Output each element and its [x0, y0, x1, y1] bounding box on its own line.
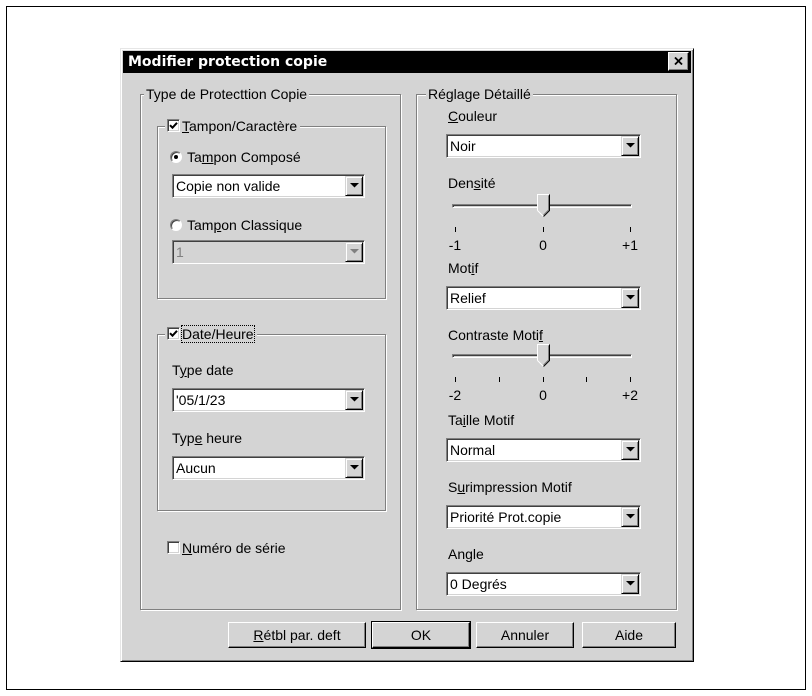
classic-stamp-dropdown-button[interactable]	[345, 242, 363, 262]
reset-defaults-label: Rétbl par. deft	[253, 627, 341, 643]
pattern-size-label: Taille Motif	[448, 412, 515, 428]
color-dropdown-button[interactable]	[621, 136, 639, 156]
time-type-select-value: Aucun	[176, 460, 216, 476]
ok-button[interactable]: OK	[372, 622, 470, 648]
stamp-text-toggle[interactable]: Tampon/Caractère	[165, 118, 301, 134]
chevron-down-icon	[350, 249, 359, 254]
angle-label: Angle	[448, 546, 484, 562]
chevron-down-icon	[350, 183, 359, 188]
cancel-label: Annuler	[500, 627, 550, 643]
reset-defaults-button[interactable]: Rétbl par. deft	[228, 622, 366, 648]
serial-number-toggle[interactable]: Numéro de série	[165, 540, 289, 556]
pattern-overprint-select-value: Priorité Prot.copie	[450, 509, 562, 525]
date-type-dropdown-button[interactable]	[345, 390, 363, 410]
slider-tick	[543, 377, 544, 382]
slider-tick	[630, 227, 631, 232]
check-icon	[169, 122, 178, 130]
slider-tick	[455, 227, 456, 232]
close-icon	[674, 57, 683, 65]
composite-stamp-radio[interactable]	[170, 151, 182, 163]
slider-tick-label: -2	[448, 387, 462, 403]
chevron-down-icon	[626, 295, 635, 300]
chevron-down-icon	[626, 581, 635, 586]
color-select[interactable]: Noir	[446, 134, 641, 158]
time-type-dropdown-button[interactable]	[345, 458, 363, 478]
pattern-contrast-slider-thumb[interactable]	[537, 344, 550, 367]
slider-tick-label: -1	[448, 237, 462, 253]
modify-copy-protection-dialog: Modifier protection copie Type de Protec…	[120, 48, 694, 662]
slider-tick	[455, 377, 456, 382]
pattern-size-select[interactable]: Normal	[446, 438, 641, 462]
date-type-label: Type date	[172, 362, 234, 378]
time-type-select[interactable]: Aucun	[172, 456, 365, 480]
title-bar[interactable]: Modifier protection copie	[123, 51, 691, 73]
help-label: Aide	[614, 627, 644, 643]
pattern-overprint-select[interactable]: Priorité Prot.copie	[446, 505, 641, 529]
pattern-select-value: Relief	[450, 290, 486, 306]
slider-tick	[543, 227, 544, 232]
composite-stamp-label[interactable]: Tampon Composé	[187, 149, 301, 165]
slider-tick	[586, 377, 587, 382]
composite-stamp-dropdown-button[interactable]	[345, 176, 363, 196]
serial-number-checkbox[interactable]	[167, 541, 180, 554]
density-slider[interactable]: -1 0 +1	[448, 194, 638, 256]
color-label: Couleur	[448, 108, 498, 124]
pattern-size-select-value: Normal	[450, 442, 496, 458]
angle-select[interactable]: 0 Degrés	[446, 572, 641, 596]
chevron-down-icon	[626, 514, 635, 519]
serial-number-label: Numéro de série	[182, 540, 286, 556]
pattern-overprint-dropdown-button[interactable]	[621, 507, 639, 527]
slider-tick	[499, 377, 500, 382]
composite-stamp-select-value: Copie non valide	[176, 178, 281, 194]
radio-dot-icon	[174, 155, 178, 159]
slider-tick	[630, 377, 631, 382]
ok-label: OK	[410, 627, 432, 643]
dialog-title: Modifier protection copie	[128, 54, 328, 70]
pattern-contrast-slider[interactable]: -2 0 +2	[448, 344, 638, 406]
detailed-settings-group-title: Réglage Détaillé	[426, 86, 533, 102]
date-time-checkbox[interactable]	[167, 327, 180, 340]
color-select-value: Noir	[450, 138, 476, 154]
stamp-text-label: Tampon/Caractère	[182, 118, 298, 134]
pattern-dropdown-button[interactable]	[621, 288, 639, 308]
chevron-down-icon	[350, 465, 359, 470]
pattern-size-dropdown-button[interactable]	[621, 440, 639, 460]
classic-stamp-select-value: 1	[176, 244, 184, 260]
slider-tick-label: +2	[622, 387, 638, 403]
date-time-label: Date/Heure	[181, 325, 255, 343]
date-type-select-value: '05/1/23	[176, 392, 226, 408]
check-icon	[169, 330, 178, 338]
slider-thumb-icon	[537, 344, 550, 367]
density-label: Densité	[448, 175, 496, 191]
slider-thumb-icon	[537, 194, 550, 217]
stamp-text-checkbox[interactable]	[167, 119, 180, 132]
date-type-select[interactable]: '05/1/23	[172, 388, 365, 412]
pattern-overprint-label: Surimpression Motif	[448, 479, 572, 495]
angle-dropdown-button[interactable]	[621, 574, 639, 594]
help-button[interactable]: Aide	[582, 622, 676, 648]
chevron-down-icon	[626, 143, 635, 148]
classic-stamp-select[interactable]: 1	[172, 240, 365, 264]
classic-stamp-label[interactable]: Tampon Classique	[187, 217, 302, 233]
composite-stamp-select[interactable]: Copie non valide	[172, 174, 365, 198]
pattern-select[interactable]: Relief	[446, 286, 641, 310]
cancel-button[interactable]: Annuler	[476, 622, 574, 648]
pattern-contrast-label: Contraste Motif	[448, 327, 543, 343]
slider-tick-label: 0	[539, 387, 547, 403]
date-time-group	[157, 334, 386, 511]
close-button[interactable]	[668, 52, 689, 71]
classic-stamp-radio[interactable]	[170, 219, 182, 231]
pattern-label: Motif	[448, 260, 479, 276]
chevron-down-icon	[350, 397, 359, 402]
angle-select-value: 0 Degrés	[450, 576, 507, 592]
slider-tick-label: 0	[539, 237, 547, 253]
chevron-down-icon	[626, 447, 635, 452]
time-type-label: Type heure	[172, 430, 243, 446]
date-time-toggle[interactable]: Date/Heure	[165, 325, 257, 343]
protection-type-group-title: Type de Protecttion Copie	[144, 86, 310, 102]
density-slider-thumb[interactable]	[537, 194, 550, 217]
slider-tick-label: +1	[622, 237, 638, 253]
